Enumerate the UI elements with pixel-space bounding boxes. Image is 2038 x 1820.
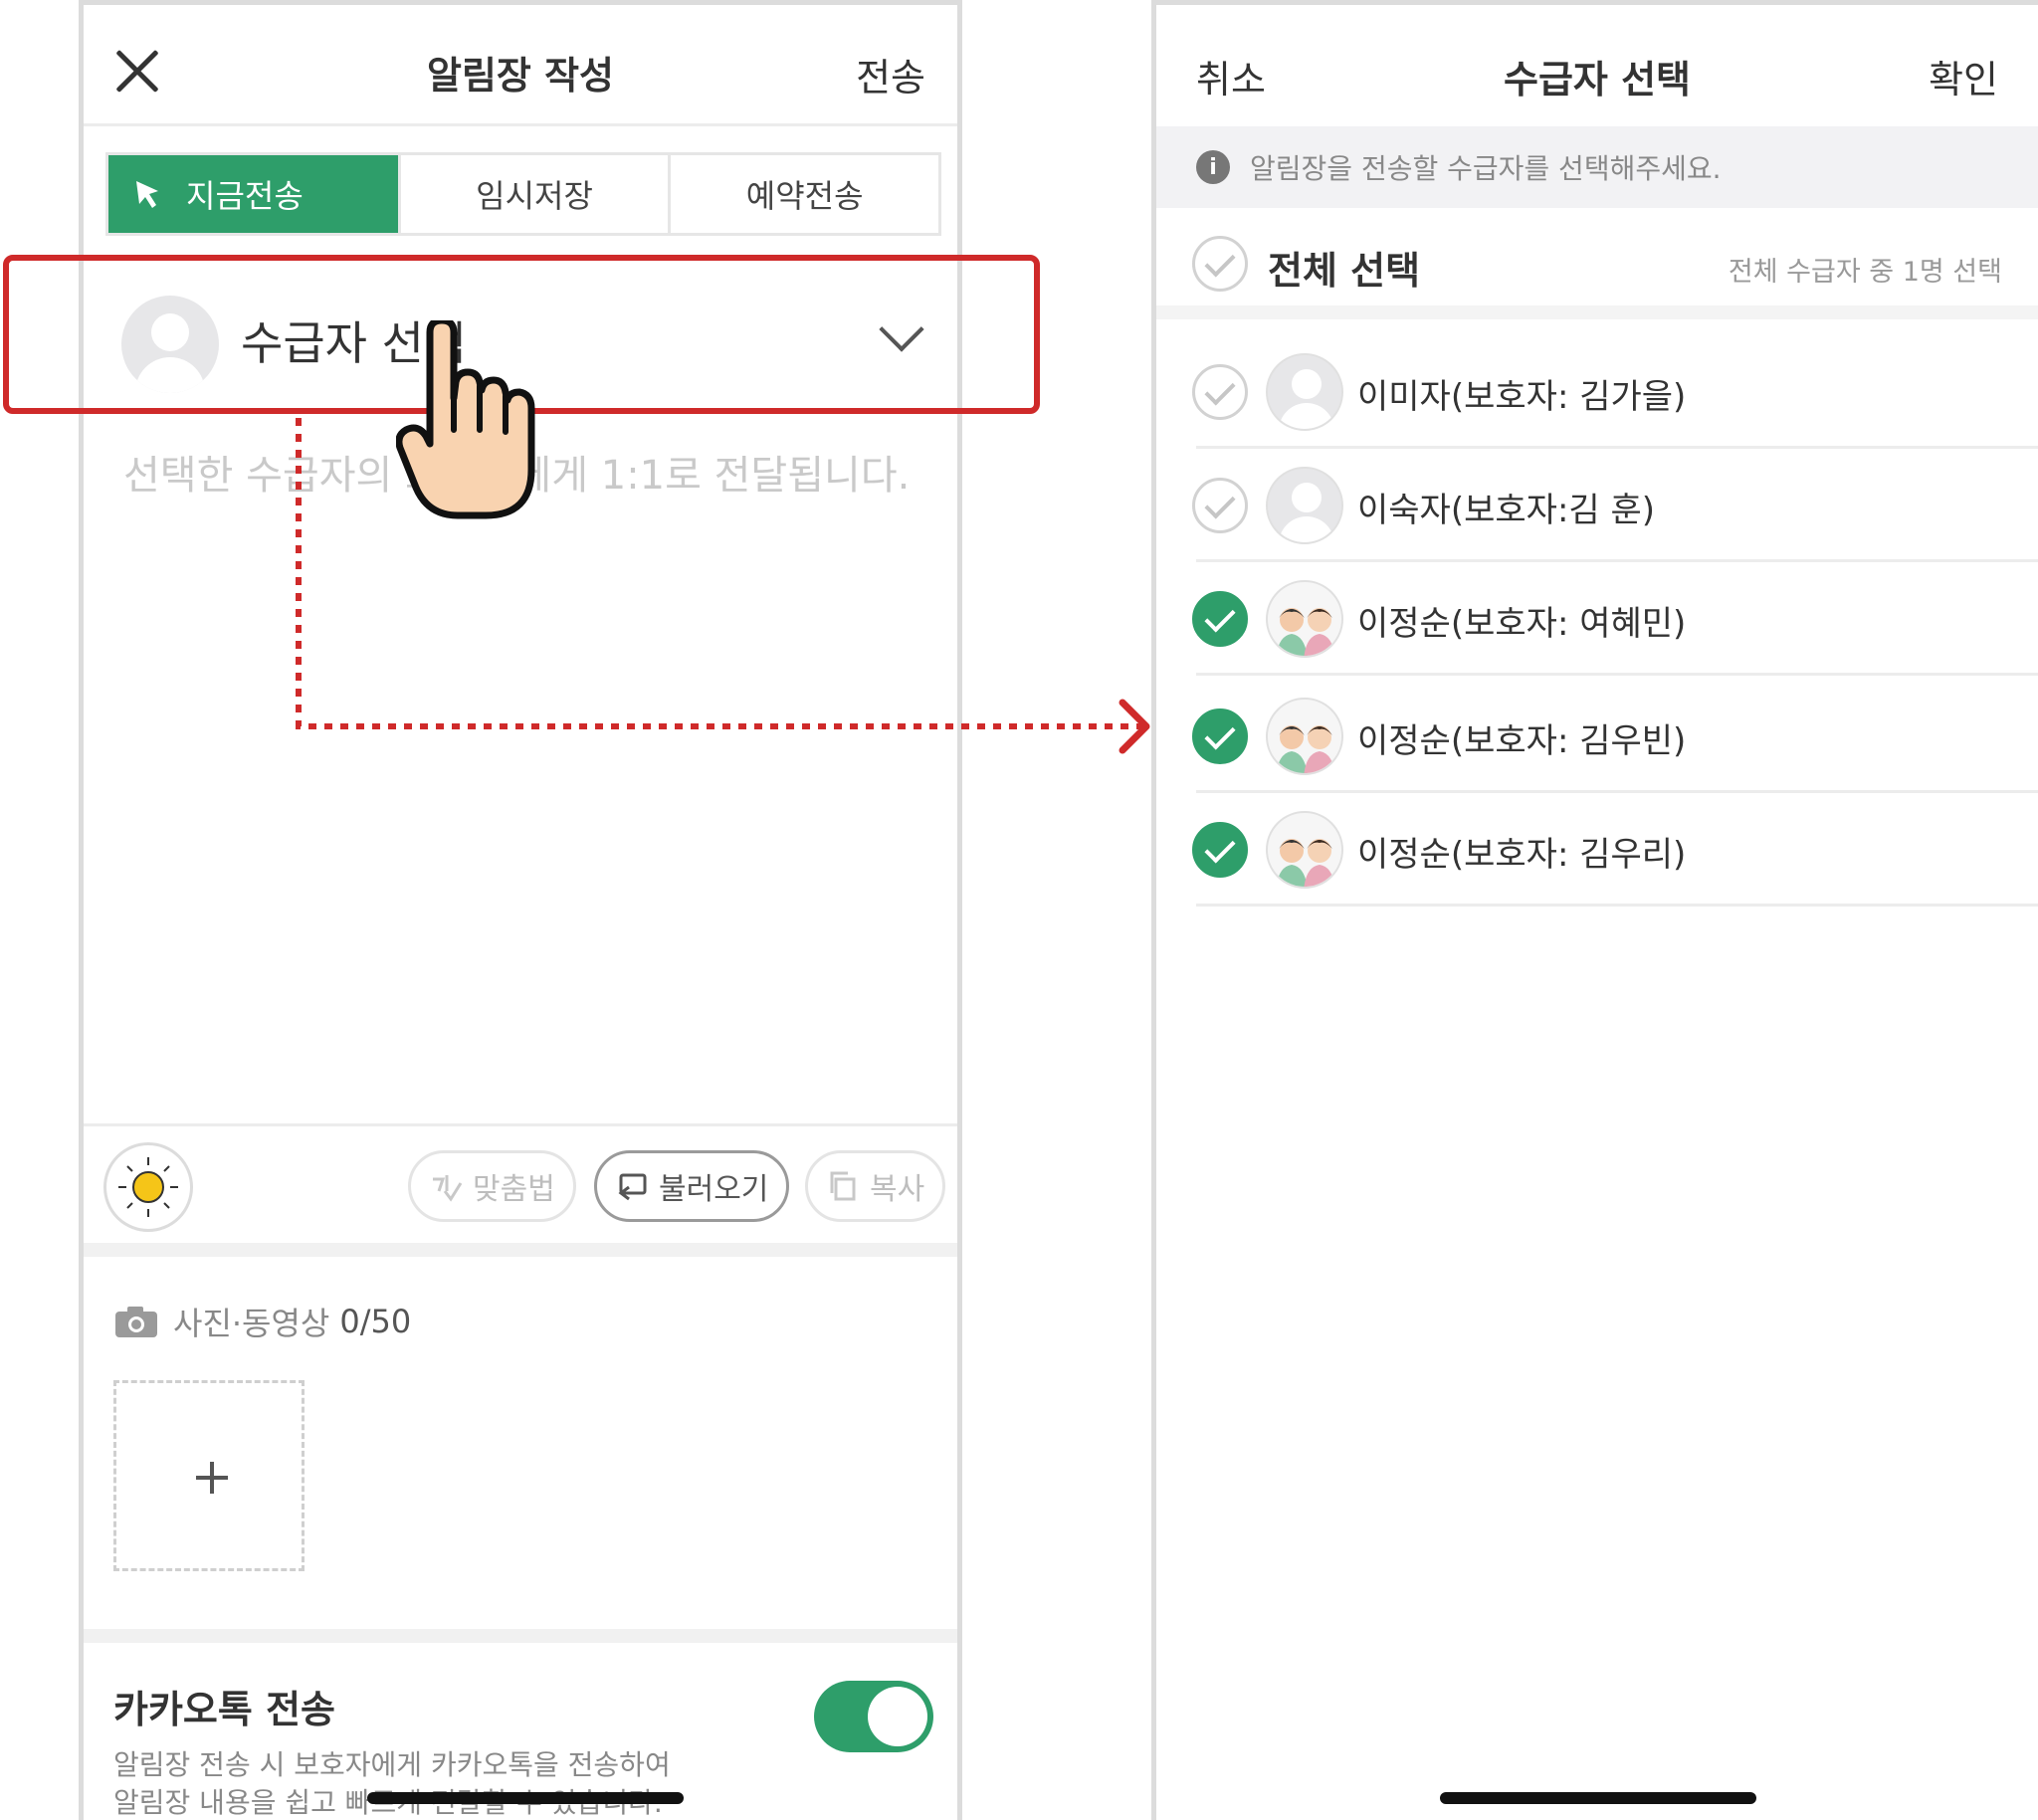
load-icon — [618, 1173, 647, 1201]
couple-avatar-icon — [1266, 811, 1343, 889]
tab-scheduled-send[interactable]: 예약전송 — [671, 155, 938, 233]
tab-label: 임시저장 — [476, 177, 593, 215]
recipient-selector-screen: 수급자 선택 취소 확인 i 알림장을 전송할 수급자를 선택해주세요. 전체 … — [1151, 0, 2038, 1820]
info-banner: i 알림장을 전송할 수급자를 선택해주세요. — [1156, 126, 2038, 208]
camera-icon — [115, 1307, 157, 1337]
selection-count: 전체 수급자 중 1명 선택 — [1728, 257, 2002, 288]
recipient-name: 이정순(보호자: 김우빈) — [1357, 721, 1687, 761]
arrow-head-icon — [1119, 699, 1150, 754]
recipient-list-item[interactable]: 이정순(보호자: 여혜민) — [1156, 562, 2038, 676]
editor-toolbar: 맞춤법 불러오기 복사 — [84, 1123, 957, 1243]
check-icon[interactable] — [1192, 822, 1248, 878]
send-button[interactable]: 전송 — [856, 47, 925, 101]
kakao-send-title: 카카오톡 전송 — [113, 1688, 335, 1731]
toggle-knob — [868, 1687, 927, 1746]
media-count: 0/50 — [339, 1303, 412, 1340]
check-icon[interactable] — [1192, 708, 1248, 764]
media-label-text: 사진·동영상 — [173, 1305, 330, 1342]
spellcheck-button[interactable]: 맞춤법 — [408, 1150, 576, 1222]
section-divider — [84, 1629, 957, 1643]
info-icon: i — [1196, 150, 1230, 184]
pointing-hand-icon — [396, 320, 535, 519]
couple-avatar-icon — [1266, 698, 1343, 775]
couple-avatar-icon — [1266, 580, 1343, 658]
home-indicator — [367, 1792, 684, 1804]
copy-button[interactable]: 복사 — [805, 1150, 946, 1222]
load-label: 불러오기 — [659, 1172, 769, 1207]
weather-button[interactable] — [103, 1142, 193, 1232]
select-all-label: 전체 선택 — [1268, 249, 1421, 293]
recipient-list-item[interactable]: 이정순(보호자: 김우빈) — [1156, 680, 2038, 793]
page-title: 알림장 작성 — [426, 54, 615, 98]
compose-nav-bar: 알림장 작성 전송 — [84, 5, 957, 126]
cancel-button[interactable]: 취소 — [1196, 49, 1266, 103]
default-avatar-icon — [1266, 353, 1343, 431]
check-icon[interactable] — [1192, 364, 1248, 420]
check-icon[interactable] — [1192, 236, 1248, 292]
recipient-list-item[interactable]: 이미자(보호자: 김가을) — [1156, 335, 2038, 449]
send-mode-tabs: 지금전송 임시저장 예약전송 — [105, 152, 941, 236]
spellcheck-label: 맞춤법 — [473, 1172, 555, 1207]
recipient-list-item[interactable]: 이숙자(보호자:김 훈) — [1156, 449, 2038, 562]
kakao-send-description: 알림장 전송 시 보호자에게 카카오톡을 전송하여 알림장 내용을 쉽고 빠르게… — [113, 1746, 730, 1820]
copy-icon — [830, 1171, 856, 1201]
load-template-button[interactable]: 불러오기 — [594, 1150, 790, 1222]
page-title: 수급자 선택 — [1503, 58, 1692, 101]
tab-label: 지금전송 — [186, 177, 304, 215]
add-media-button[interactable] — [113, 1380, 305, 1571]
spellcheck-icon — [433, 1175, 463, 1202]
check-icon[interactable] — [1192, 478, 1248, 533]
tutorial-canvas: 알림장 작성 전송 지금전송 임시저장 예약전송 수급자 선택 선택한 수급자의… — [0, 0, 2038, 1820]
kakao-desc-line: 알림장 전송 시 보호자에게 카카오톡을 전송하여 — [113, 1748, 671, 1781]
info-text: 알림장을 전송할 수급자를 선택해주세요. — [1250, 152, 1722, 185]
recipient-name: 이미자(보호자: 김가을) — [1357, 377, 1687, 417]
recipient-list-item[interactable]: 이정순(보호자: 김우리) — [1156, 793, 2038, 907]
tab-label: 예약전송 — [745, 177, 864, 215]
home-indicator — [1440, 1792, 1756, 1804]
section-divider — [84, 1243, 957, 1257]
kakao-send-toggle[interactable] — [814, 1681, 933, 1752]
recipient-name: 이정순(보호자: 김우리) — [1357, 835, 1687, 875]
confirm-button[interactable]: 확인 — [1929, 49, 1998, 103]
recipient-name: 이숙자(보호자:김 훈) — [1357, 491, 1656, 530]
tab-save-draft[interactable]: 임시저장 — [401, 155, 672, 233]
recipient-name: 이정순(보호자: 여혜민) — [1357, 604, 1687, 644]
check-icon[interactable] — [1192, 591, 1248, 647]
select-all-row[interactable]: 전체 선택 전체 수급자 중 1명 선택 — [1156, 208, 2038, 319]
sun-icon — [118, 1157, 178, 1217]
pin-icon — [136, 181, 158, 208]
tab-send-now[interactable]: 지금전송 — [108, 155, 401, 233]
copy-label: 복사 — [870, 1172, 925, 1207]
media-section-label: 사진·동영상 0/50 — [113, 1299, 411, 1344]
default-avatar-icon — [1266, 467, 1343, 544]
